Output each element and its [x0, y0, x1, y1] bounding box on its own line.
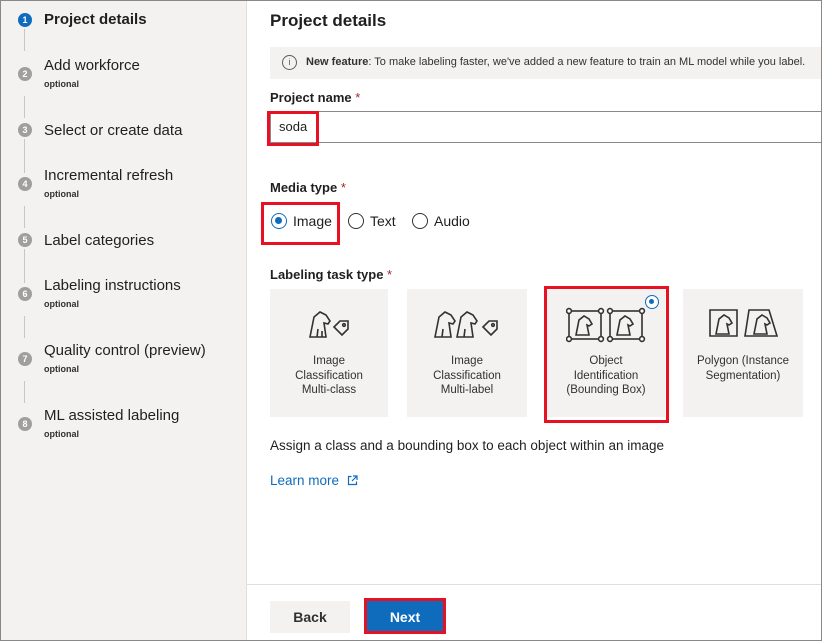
- card-text: Polygon (Instance Segmentation): [683, 354, 803, 383]
- card-line: Segmentation): [705, 369, 781, 382]
- media-type-label: Media type *: [270, 180, 346, 195]
- banner-message: : To make labeling faster, we've added a…: [368, 56, 806, 68]
- card-line: Polygon (Instance: [696, 355, 790, 367]
- card-line: Image: [451, 355, 483, 367]
- step-optional-tag: optional: [44, 299, 79, 309]
- info-banner: i New feature: To make labeling faster, …: [270, 47, 821, 79]
- bounding-box-icon: [547, 307, 665, 343]
- step-label: Project details: [44, 11, 147, 28]
- step-connector: [24, 249, 25, 283]
- card-line: (Bounding Box): [566, 384, 646, 396]
- radio-icon: [412, 213, 428, 229]
- card-line: Image: [313, 355, 345, 367]
- banner-bold: New feature: [306, 56, 369, 68]
- labeling-task-type-label: Labeling task type *: [270, 267, 392, 282]
- card-line: Classification: [295, 369, 363, 382]
- radio-label: Text: [370, 213, 396, 229]
- task-card-multiclass[interactable]: Image Classification Multi-class: [270, 289, 388, 417]
- learn-more-text: Learn more: [270, 473, 340, 488]
- radio-icon: [348, 213, 364, 229]
- step-number: 8: [18, 417, 32, 431]
- two-dogs-tag-icon: [407, 307, 527, 341]
- step-label: Label categories: [44, 232, 155, 249]
- task-card-bounding-box[interactable]: Object Identification (Bounding Box): [547, 289, 665, 417]
- polygon-icon: [683, 307, 803, 339]
- radio-selected-icon: [271, 213, 287, 229]
- step-connector: [24, 316, 25, 338]
- task-description: Assign a class and a bounding box to eac…: [270, 438, 665, 453]
- radio-image[interactable]: Image: [271, 213, 332, 229]
- step-number: 5: [18, 233, 32, 247]
- step-connector: [24, 96, 25, 118]
- required-marker: *: [340, 180, 346, 195]
- step-number: 6: [18, 287, 32, 301]
- card-line: Classification: [433, 369, 501, 382]
- project-name-input[interactable]: soda: [270, 111, 821, 143]
- step-label: Quality control (preview): [44, 342, 206, 359]
- card-line: Multi-class: [301, 384, 357, 396]
- next-button[interactable]: Next: [367, 601, 443, 633]
- dog-tag-icon: [270, 307, 388, 341]
- card-text: Image Classification Multi-class: [270, 354, 388, 398]
- step-connector: [24, 381, 25, 403]
- radio-audio[interactable]: Audio: [412, 213, 470, 229]
- wizard-sidebar: 1 Project details 2 Add workforce option…: [1, 1, 247, 640]
- banner-text: New feature: To make labeling faster, we…: [306, 56, 805, 68]
- step-connector: [24, 29, 25, 51]
- radio-text[interactable]: Text: [348, 213, 396, 229]
- media-type-label-text: Media type: [270, 180, 338, 195]
- card-text: Object Identification (Bounding Box): [547, 354, 665, 398]
- step-label: ML assisted labeling: [44, 407, 180, 424]
- step-number: 1: [18, 13, 32, 27]
- radio-label: Image: [293, 213, 332, 229]
- step-label: Select or create data: [44, 122, 183, 139]
- required-marker: *: [355, 90, 361, 105]
- card-text: Image Classification Multi-label: [407, 354, 527, 398]
- step-number: 4: [18, 177, 32, 191]
- project-name-label-text: Project name: [270, 90, 352, 105]
- card-line: Object: [589, 355, 623, 367]
- main-panel: Project details i New feature: To make l…: [247, 1, 821, 640]
- radio-label: Audio: [434, 213, 470, 229]
- step-number: 3: [18, 123, 32, 137]
- page-title: Project details: [270, 11, 387, 30]
- step-number: 7: [18, 352, 32, 366]
- step-optional-tag: optional: [44, 364, 79, 374]
- step-optional-tag: optional: [44, 189, 79, 199]
- card-line: Identification: [573, 369, 639, 382]
- task-type-label-text: Labeling task type: [270, 267, 384, 282]
- step-label: Incremental refresh: [44, 167, 174, 184]
- project-name-label: Project name *: [270, 90, 360, 105]
- app-frame: 1 Project details 2 Add workforce option…: [0, 0, 822, 641]
- task-card-multilabel[interactable]: Image Classification Multi-label: [407, 289, 527, 417]
- card-line: Multi-label: [440, 384, 494, 396]
- step-optional-tag: optional: [44, 79, 79, 89]
- learn-more-link[interactable]: Learn more: [270, 473, 358, 489]
- step-connector: [24, 206, 25, 228]
- step-number: 2: [18, 67, 32, 81]
- task-card-polygon[interactable]: Polygon (Instance Segmentation): [683, 289, 803, 417]
- step-optional-tag: optional: [44, 429, 79, 439]
- info-icon: i: [282, 55, 297, 70]
- external-link-icon: [347, 474, 358, 489]
- step-connector: [24, 139, 25, 173]
- step-label: Add workforce: [44, 57, 140, 74]
- back-button[interactable]: Back: [270, 601, 350, 633]
- step-label: Labeling instructions: [44, 277, 181, 294]
- required-marker: *: [387, 267, 393, 282]
